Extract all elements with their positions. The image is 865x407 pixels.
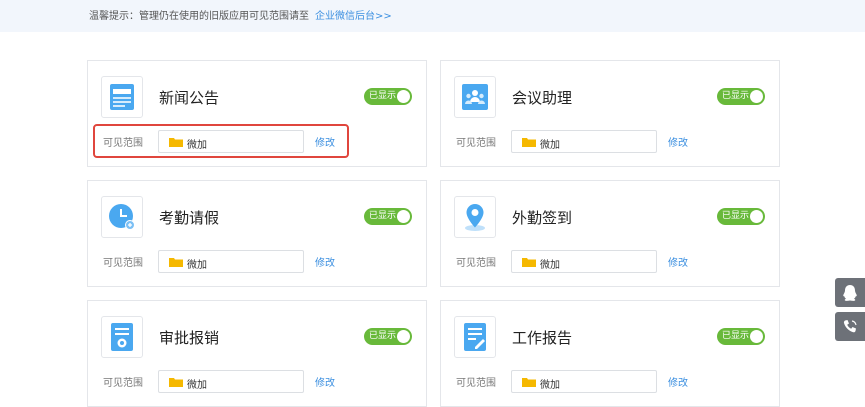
- display-toggle[interactable]: 已显示: [717, 328, 765, 345]
- edit-link[interactable]: 修改: [668, 134, 688, 149]
- meeting-icon: [454, 76, 496, 118]
- app-name: 会议助理: [512, 89, 573, 107]
- toggle-label: 已显示: [369, 211, 397, 221]
- visibility-value: 微加: [540, 380, 560, 391]
- visibility-label: 可见范围: [456, 378, 496, 389]
- highlight-box: [93, 124, 349, 158]
- wework-admin-link[interactable]: 企业微信后台>>: [315, 11, 392, 22]
- toggle-knob: [750, 330, 763, 343]
- edit-link[interactable]: 修改: [315, 374, 335, 389]
- visibility-value: 微加: [540, 140, 560, 151]
- edit-link[interactable]: 修改: [668, 374, 688, 389]
- visibility-value: 微加: [540, 260, 560, 271]
- app-name: 新闻公告: [159, 89, 220, 107]
- phone-icon: [843, 319, 857, 332]
- app-card-work-report: 工作报告 已显示 可见范围 微加 修改: [440, 300, 780, 407]
- display-toggle[interactable]: 已显示: [364, 328, 412, 345]
- toggle-label: 已显示: [369, 91, 397, 101]
- visibility-label: 可见范围: [456, 138, 496, 149]
- app-card-field-checkin: 外勤签到 已显示 可见范围 微加 修改: [440, 180, 780, 287]
- notice-text: 温馨提示：管理仍在使用的旧版应用可见范围请至: [89, 11, 309, 22]
- toggle-knob: [397, 90, 410, 103]
- app-name: 考勤请假: [159, 209, 220, 227]
- folder-icon: [522, 258, 536, 267]
- location-pin-icon: [454, 196, 496, 238]
- app-name: 工作报告: [512, 329, 573, 347]
- visibility-value: 微加: [187, 260, 207, 271]
- display-toggle[interactable]: 已显示: [717, 88, 765, 105]
- folder-icon: [522, 138, 536, 147]
- news-icon: [101, 76, 143, 118]
- visibility-field[interactable]: 微加: [158, 250, 304, 273]
- display-toggle[interactable]: 已显示: [364, 88, 412, 105]
- folder-icon: [169, 258, 183, 267]
- toggle-label: 已显示: [369, 331, 397, 341]
- edit-link[interactable]: 修改: [315, 254, 335, 269]
- toggle-label: 已显示: [722, 211, 750, 221]
- qq-button[interactable]: [835, 278, 865, 307]
- phone-button[interactable]: [835, 312, 865, 341]
- app-card-attendance: 考勤请假 已显示 可见范围 微加 修改: [87, 180, 427, 287]
- toggle-knob: [750, 210, 763, 223]
- toggle-label: 已显示: [722, 91, 750, 101]
- app-name: 外勤签到: [512, 209, 573, 227]
- toggle-knob: [397, 330, 410, 343]
- qq-icon: [843, 284, 857, 301]
- report-doc-icon: [454, 316, 496, 358]
- app-name: 审批报销: [159, 329, 220, 347]
- folder-icon: [169, 378, 183, 387]
- notice-bar: 温馨提示：管理仍在使用的旧版应用可见范围请至 企业微信后台>>: [0, 0, 865, 32]
- edit-link[interactable]: 修改: [668, 254, 688, 269]
- app-card-meeting: 会议助理 已显示 可见范围 微加 修改: [440, 60, 780, 167]
- visibility-label: 可见范围: [103, 378, 143, 389]
- display-toggle[interactable]: 已显示: [364, 208, 412, 225]
- toggle-label: 已显示: [722, 331, 750, 341]
- visibility-field[interactable]: 微加: [511, 370, 657, 393]
- app-card-approval: 审批报销 已显示 可见范围 微加 修改: [87, 300, 427, 407]
- visibility-field[interactable]: 微加: [158, 370, 304, 393]
- clock-icon: [101, 196, 143, 238]
- toggle-knob: [750, 90, 763, 103]
- visibility-label: 可见范围: [456, 258, 496, 269]
- visibility-field[interactable]: 微加: [511, 130, 657, 153]
- visibility-field[interactable]: 微加: [511, 250, 657, 273]
- folder-icon: [522, 378, 536, 387]
- toggle-knob: [397, 210, 410, 223]
- visibility-label: 可见范围: [103, 258, 143, 269]
- approval-doc-icon: [101, 316, 143, 358]
- display-toggle[interactable]: 已显示: [717, 208, 765, 225]
- visibility-value: 微加: [187, 380, 207, 391]
